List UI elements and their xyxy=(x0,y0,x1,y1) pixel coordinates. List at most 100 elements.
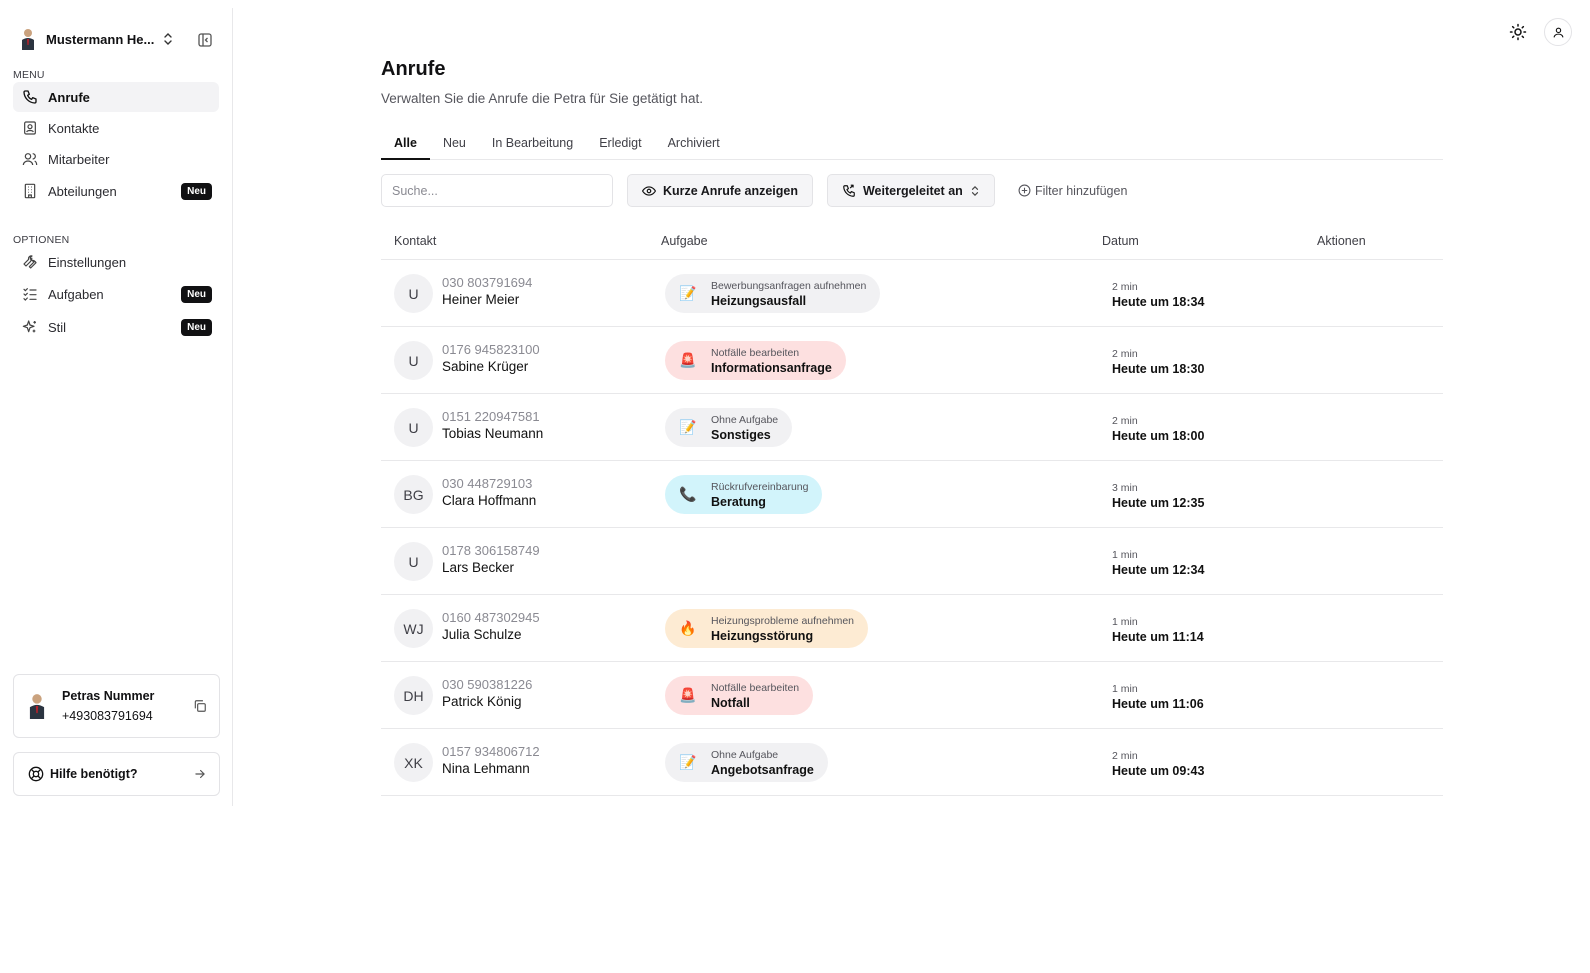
help-button[interactable]: Hilfe benötigt? xyxy=(13,752,220,796)
call-duration: 2 min xyxy=(1112,415,1138,427)
table-header: Kontakt Aufgabe Datum Aktionen xyxy=(381,224,1443,260)
table-row[interactable]: WJ 0160 487302945 Julia Schulze 🔥 Heizun… xyxy=(381,595,1443,662)
call-time: Heute um 18:30 xyxy=(1112,362,1205,376)
telephone-icon: 📞 xyxy=(679,486,697,502)
task-title: Sonstiges xyxy=(711,427,771,442)
memo-icon: 📝 xyxy=(679,754,697,770)
users-icon xyxy=(21,150,39,168)
sidebar-item-einstellungen[interactable]: Einstellungen xyxy=(13,247,219,277)
sidebar-item-abteilungen[interactable]: Abteilungen Neu xyxy=(13,176,219,206)
page-title: Anrufe xyxy=(381,58,446,80)
call-duration: 3 min xyxy=(1112,482,1138,494)
contact-avatar: WJ xyxy=(394,609,433,648)
contact-phone: 0151 220947581 xyxy=(442,409,540,424)
sidebar-item-stil[interactable]: Stil Neu xyxy=(13,312,219,342)
sidebar-item-anrufe[interactable]: Anrufe xyxy=(13,82,219,112)
tab-in-bearbeitung[interactable]: In Bearbeitung xyxy=(479,130,586,160)
add-filter-button[interactable]: Filter hinzufügen xyxy=(1018,184,1127,198)
table-row[interactable]: U 030 803791694 Heiner Meier 📝 Bewerbung… xyxy=(381,260,1443,327)
task-pill[interactable]: 📝 Bewerbungsanfragen aufnehmen Heizungsau… xyxy=(665,274,881,313)
call-time: Heute um 12:34 xyxy=(1112,563,1205,577)
contact-name: Clara Hoffmann xyxy=(442,493,537,508)
contact-name: Heiner Meier xyxy=(442,292,520,307)
contact-phone: 030 448729103 xyxy=(442,476,533,491)
tab-alle[interactable]: Alle xyxy=(381,130,430,160)
sun-icon[interactable] xyxy=(1504,18,1532,46)
task-pill[interactable]: 🚨 Notfälle bearbeiten Informationsanfrage xyxy=(665,341,846,380)
copy-icon[interactable] xyxy=(193,699,207,716)
petra-number-title: Petras Nummer xyxy=(62,689,155,703)
call-time: Heute um 11:06 xyxy=(1112,697,1204,711)
sidebar-item-aufgaben[interactable]: Aufgaben Neu xyxy=(13,279,219,309)
org-switcher[interactable]: Mustermann He... xyxy=(13,22,221,56)
eye-icon xyxy=(642,184,656,198)
task-pill[interactable]: 🔥 Heizungsprobleme aufnehmen Heizungsstör… xyxy=(665,609,869,648)
header-date: Datum xyxy=(1102,234,1139,248)
arrow-right-icon xyxy=(193,767,207,784)
call-duration: 1 min xyxy=(1112,549,1138,561)
task-category: Ohne Aufgabe xyxy=(711,413,779,426)
org-name: Mustermann He... xyxy=(46,31,155,47)
task-pill[interactable]: 📝 Ohne Aufgabe Angebotsanfrage xyxy=(665,743,828,782)
contact-card-icon xyxy=(21,119,39,137)
short-calls-button[interactable]: Kurze Anrufe anzeigen xyxy=(627,174,813,207)
org-avatar xyxy=(13,24,43,54)
task-title: Heizungsausfall xyxy=(711,293,807,308)
calls-table: Kontakt Aufgabe Datum Aktionen U 030 803… xyxy=(381,224,1443,796)
task-category: Bewerbungsanfragen aufnehmen xyxy=(711,279,867,292)
user-icon xyxy=(1552,26,1565,39)
user-menu-button[interactable] xyxy=(1544,18,1572,46)
top-right-actions xyxy=(1504,18,1572,46)
call-time: Heute um 11:14 xyxy=(1112,630,1204,644)
table-row[interactable]: U 0151 220947581 Tobias Neumann 📝 Ohne A… xyxy=(381,394,1443,461)
tab-neu[interactable]: Neu xyxy=(430,130,479,160)
chevrons-up-down-icon xyxy=(970,184,980,201)
plus-circle-icon xyxy=(1018,184,1031,197)
new-badge: Neu xyxy=(181,286,212,303)
contact-name: Patrick König xyxy=(442,694,522,709)
call-time: Heute um 18:34 xyxy=(1112,295,1205,309)
memo-icon: 📝 xyxy=(679,285,697,301)
sidebar-item-label: Mitarbeiter xyxy=(48,151,110,167)
table-row[interactable]: U 0176 945823100 Sabine Krüger 🚨 Notfäll… xyxy=(381,327,1443,394)
table-row[interactable]: XK 0157 934806712 Nina Lehmann 📝 Ohne Au… xyxy=(381,729,1443,796)
phone-icon xyxy=(21,88,39,106)
task-pill[interactable]: 🚨 Notfälle bearbeiten Notfall xyxy=(665,676,814,715)
new-badge: Neu xyxy=(181,183,212,200)
task-title: Informationsanfrage xyxy=(711,360,832,375)
phone-forward-icon xyxy=(842,184,856,198)
table-row[interactable]: DH 030 590381226 Patrick König 🚨 Notfäll… xyxy=(381,662,1443,729)
contact-name: Nina Lehmann xyxy=(442,761,530,776)
call-duration: 1 min xyxy=(1112,683,1138,695)
sidebar-item-mitarbeiter[interactable]: Mitarbeiter xyxy=(13,144,219,174)
sidebar-item-kontakte[interactable]: Kontakte xyxy=(13,113,219,143)
header-task: Aufgabe xyxy=(661,234,708,248)
sidebar-item-label: Einstellungen xyxy=(48,254,127,270)
task-pill[interactable]: 📞 Rückrufvereinbarung Beratung xyxy=(665,475,823,514)
forwarded-to-select[interactable]: Weitergeleitet an xyxy=(826,174,995,207)
tab-archiviert[interactable]: Archiviert xyxy=(655,130,733,160)
sidebar-collapse-icon[interactable] xyxy=(195,30,215,50)
contact-name: Lars Becker xyxy=(442,560,515,575)
contact-name: Julia Schulze xyxy=(442,627,522,642)
add-filter-label: Filter hinzufügen xyxy=(1034,183,1128,198)
contact-avatar: U xyxy=(394,341,433,380)
contact-phone: 030 590381226 xyxy=(442,677,533,692)
task-pill[interactable]: 📝 Ohne Aufgabe Sonstiges xyxy=(665,408,793,447)
forwarded-label: Weitergeleitet an xyxy=(862,183,963,198)
table-row[interactable]: BG 030 448729103 Clara Hoffmann 📞 Rückru… xyxy=(381,461,1443,528)
search-input[interactable] xyxy=(381,174,613,207)
tab-erledigt[interactable]: Erledigt xyxy=(586,130,654,160)
sidebar-item-label: Kontakte xyxy=(48,120,100,136)
call-time: Heute um 09:43 xyxy=(1112,764,1205,778)
task-title: Angebotsanfrage xyxy=(711,762,814,777)
status-tabs: Alle Neu In Bearbeitung Erledigt Archivi… xyxy=(381,130,1443,160)
contact-avatar: XK xyxy=(394,743,433,782)
contact-phone: 0160 487302945 xyxy=(442,610,540,625)
petra-avatar xyxy=(26,693,50,719)
sidebar-item-label: Aufgaben xyxy=(48,286,104,302)
page-subtitle: Verwalten Sie die Anrufe die Petra für S… xyxy=(381,91,703,106)
building-icon xyxy=(21,182,39,200)
sidebar-item-label: Anrufe xyxy=(48,89,90,105)
table-row[interactable]: U 0178 306158749 Lars Becker 1 min Heute… xyxy=(381,528,1443,595)
